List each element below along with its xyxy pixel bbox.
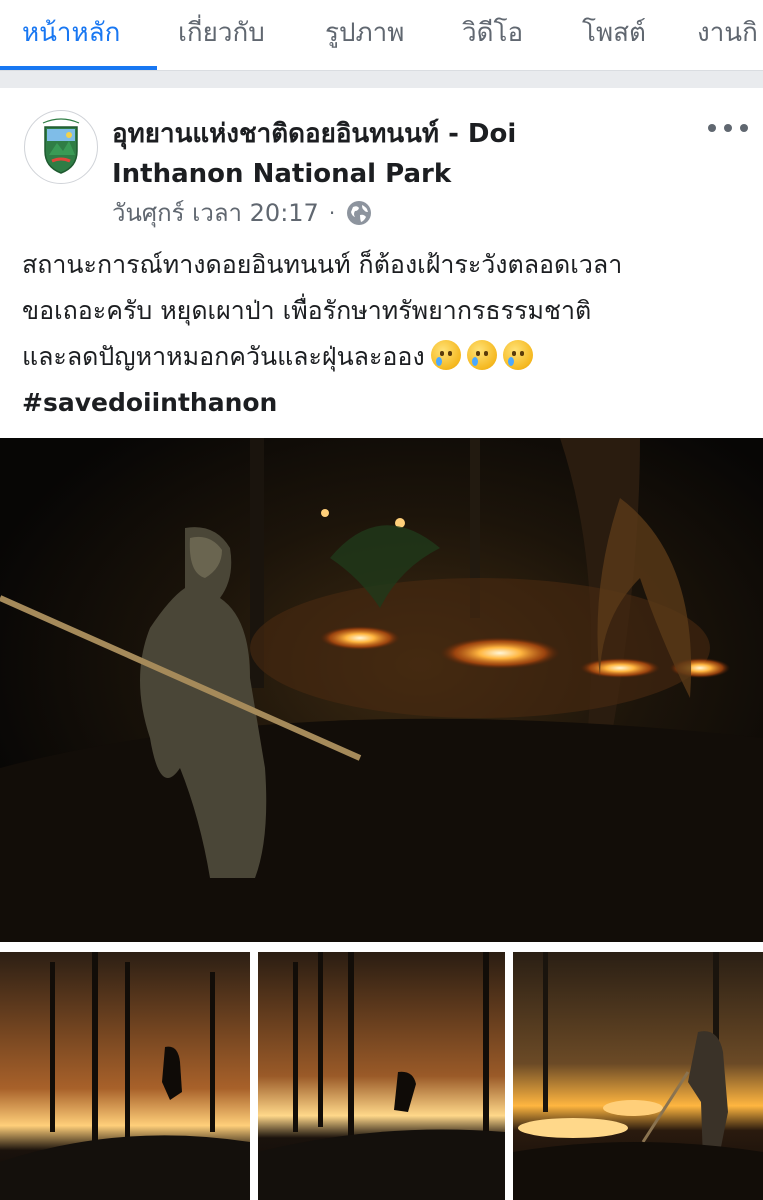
post-timestamp[interactable]: วันศุกร์ เวลา 20:17 bbox=[112, 196, 319, 230]
post-meta: วันศุกร์ เวลา 20:17 · bbox=[112, 196, 373, 230]
thumb-photo-3[interactable] bbox=[513, 952, 763, 1200]
active-tab-indicator bbox=[0, 66, 157, 70]
hashtag-link[interactable]: #savedoiinthanon bbox=[22, 380, 742, 426]
crying-face-icon bbox=[502, 340, 533, 370]
crying-face-icon bbox=[430, 340, 461, 370]
crying-face-icon bbox=[466, 340, 497, 370]
page-tab-bar: หน้าหลัก เกี่ยวกับ รูปภาพ วิดีโอ โพสต์ ง… bbox=[0, 0, 763, 71]
main-photo[interactable] bbox=[0, 438, 763, 942]
post-text-line-3: และลดปัญหาหมอกควันและฝุ่นละออง bbox=[22, 342, 425, 371]
page-name[interactable]: อุทยานแห่งชาติดอยอินทนนท์ - Doi Inthanon… bbox=[112, 114, 652, 194]
meta-separator: · bbox=[328, 201, 336, 225]
post-text-line-3-wrap: และลดปัญหาหมอกควันและฝุ่นละออง bbox=[22, 334, 742, 380]
tab-posts[interactable]: โพสต์ bbox=[582, 0, 646, 70]
page-name-line-1: อุทยานแห่งชาติดอยอินทนนท์ - Doi bbox=[112, 119, 517, 149]
page-avatar[interactable] bbox=[24, 110, 98, 184]
post-card: อุทยานแห่งชาติดอยอินทนนท์ - Doi Inthanon… bbox=[0, 88, 763, 1200]
post-text: สถานะการณ์ทางดอยอินทนนท์ ก็ต้องเฝ้าระวัง… bbox=[22, 242, 742, 426]
tab-videos[interactable]: วิดีโอ bbox=[462, 0, 523, 70]
tab-photos[interactable]: รูปภาพ bbox=[325, 0, 404, 70]
more-options-icon[interactable] bbox=[708, 116, 748, 140]
post-text-line-1: สถานะการณ์ทางดอยอินทนนท์ ก็ต้องเฝ้าระวัง… bbox=[22, 250, 623, 279]
tab-events[interactable]: งานกิ bbox=[697, 0, 758, 70]
globe-icon bbox=[345, 199, 373, 227]
page-name-line-2: Inthanon National Park bbox=[112, 159, 452, 189]
tab-home[interactable]: หน้าหลัก bbox=[22, 0, 120, 70]
post-text-line-2: ขอเถอะครับ หยุดเผาป่า เพื่อรักษาทรัพยากร… bbox=[22, 296, 592, 325]
thumb-photo-2[interactable] bbox=[258, 952, 505, 1200]
tab-about[interactable]: เกี่ยวกับ bbox=[178, 0, 265, 70]
thumb-photo-1[interactable] bbox=[0, 952, 250, 1200]
